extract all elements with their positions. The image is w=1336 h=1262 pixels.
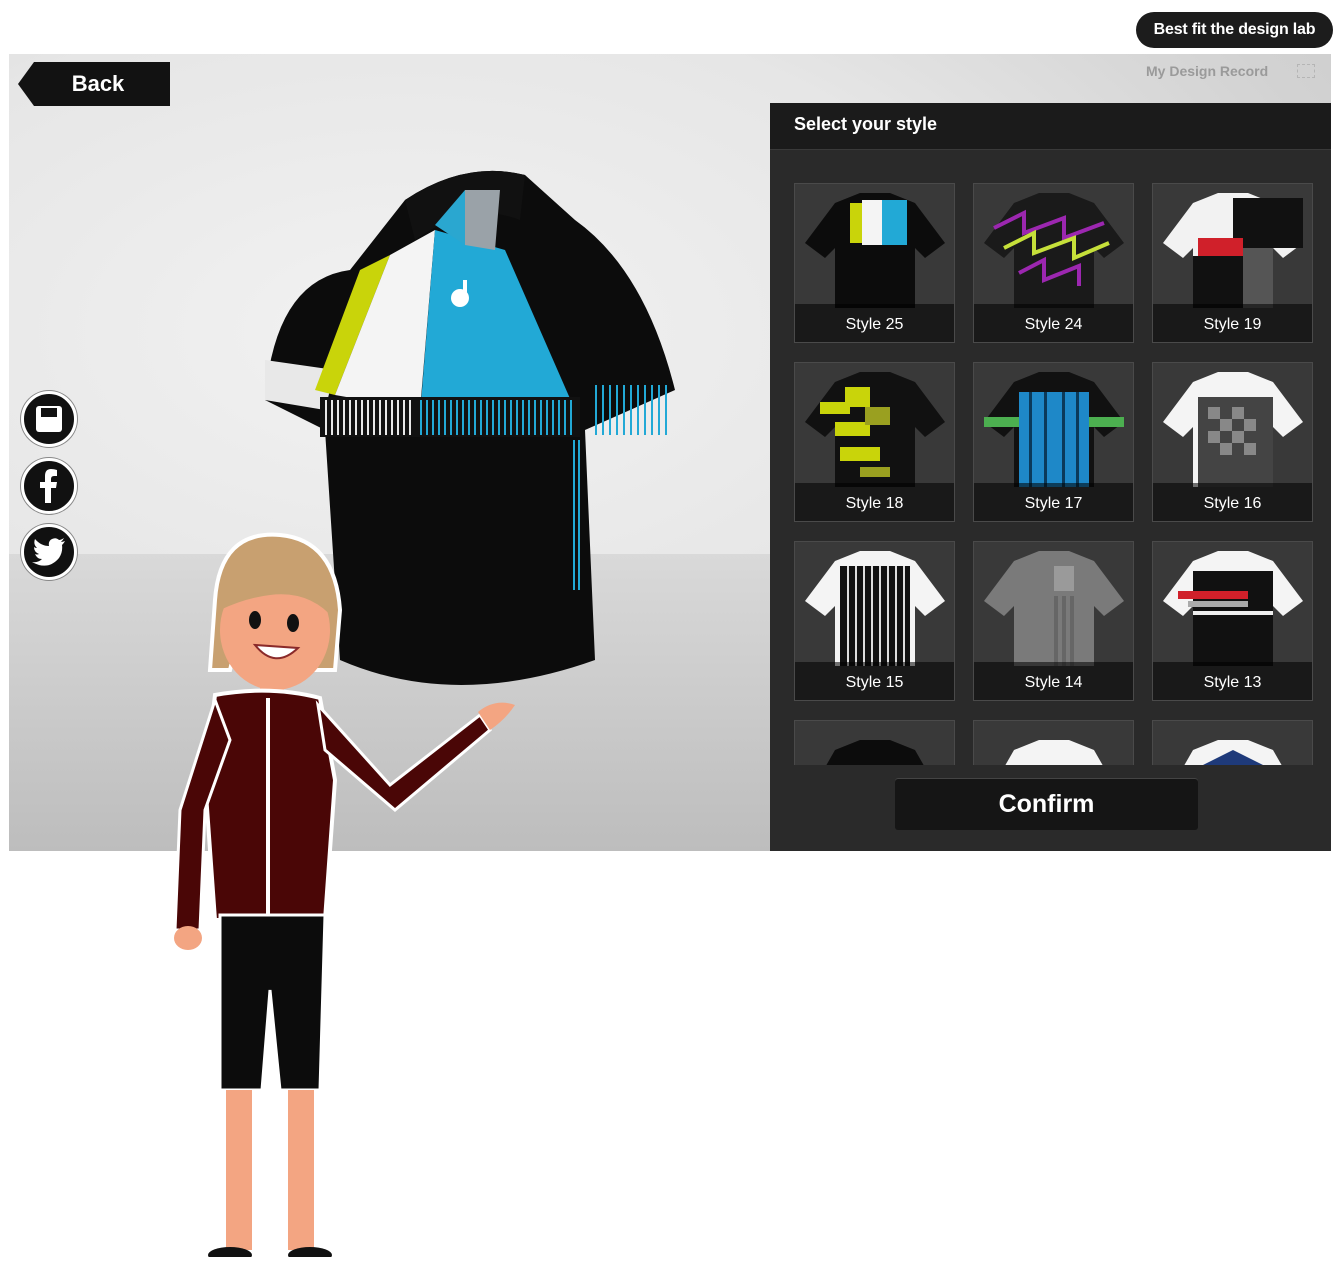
facebook-share-button[interactable] xyxy=(21,458,77,514)
jersey-thumb-icon xyxy=(984,372,1124,487)
style-tile[interactable]: Style 15 xyxy=(794,541,955,701)
style-tile[interactable]: Style 25 xyxy=(794,183,955,343)
panel-title: Select your style xyxy=(770,103,1331,150)
style-tile[interactable] xyxy=(973,720,1134,765)
style-tile[interactable]: Style 24 xyxy=(973,183,1134,343)
style-tile[interactable]: Style 14 xyxy=(973,541,1134,701)
style-panel: Select your style Style 25 Style 24 Styl… xyxy=(770,103,1331,851)
jersey-thumb-icon xyxy=(805,372,945,487)
jersey-thumb-icon xyxy=(1163,372,1303,487)
style-label: Style 16 xyxy=(1153,483,1312,521)
expand-icon[interactable] xyxy=(1297,64,1315,78)
jersey-thumb-icon xyxy=(1005,740,1103,765)
style-tile[interactable] xyxy=(1152,720,1313,765)
style-tile[interactable] xyxy=(794,720,955,765)
style-label: Style 13 xyxy=(1153,662,1312,700)
jersey-thumb-icon xyxy=(805,551,945,666)
jersey-thumb-icon xyxy=(984,551,1124,666)
style-tile[interactable]: Style 13 xyxy=(1152,541,1313,701)
jersey-thumb-icon xyxy=(984,193,1124,308)
presenter-illustration-icon xyxy=(173,532,515,1262)
style-label: Style 18 xyxy=(795,483,954,521)
style-label: Style 17 xyxy=(974,483,1133,521)
twitter-icon xyxy=(32,538,65,566)
twitter-share-button[interactable] xyxy=(21,524,77,580)
brand-pill[interactable]: Best fit the design lab xyxy=(1136,12,1333,48)
save-icon xyxy=(36,406,62,432)
jersey-thumb-icon xyxy=(1163,551,1303,666)
style-tile[interactable]: Style 17 xyxy=(973,362,1134,522)
my-design-record-link[interactable]: My Design Record xyxy=(1146,63,1268,79)
presenter-character xyxy=(160,520,540,1262)
style-tile[interactable]: Style 18 xyxy=(794,362,955,522)
style-tile[interactable]: Style 19 xyxy=(1152,183,1313,343)
jersey-thumb-icon xyxy=(805,193,945,308)
jersey-thumb-icon xyxy=(826,740,924,765)
style-label: Style 15 xyxy=(795,662,954,700)
style-label: Style 25 xyxy=(795,304,954,342)
facebook-icon xyxy=(40,469,57,503)
style-label: Style 14 xyxy=(974,662,1133,700)
style-label: Style 24 xyxy=(974,304,1133,342)
back-button[interactable]: Back xyxy=(18,62,170,106)
jersey-thumb-icon xyxy=(1163,193,1303,308)
style-tile[interactable]: Style 16 xyxy=(1152,362,1313,522)
confirm-button[interactable]: Confirm xyxy=(895,778,1198,830)
jersey-thumb-icon xyxy=(1184,740,1282,765)
save-button[interactable] xyxy=(21,391,77,447)
style-label: Style 19 xyxy=(1153,304,1312,342)
style-grid: Style 25 Style 24 Style 19 Style 18 Styl… xyxy=(794,183,1314,765)
